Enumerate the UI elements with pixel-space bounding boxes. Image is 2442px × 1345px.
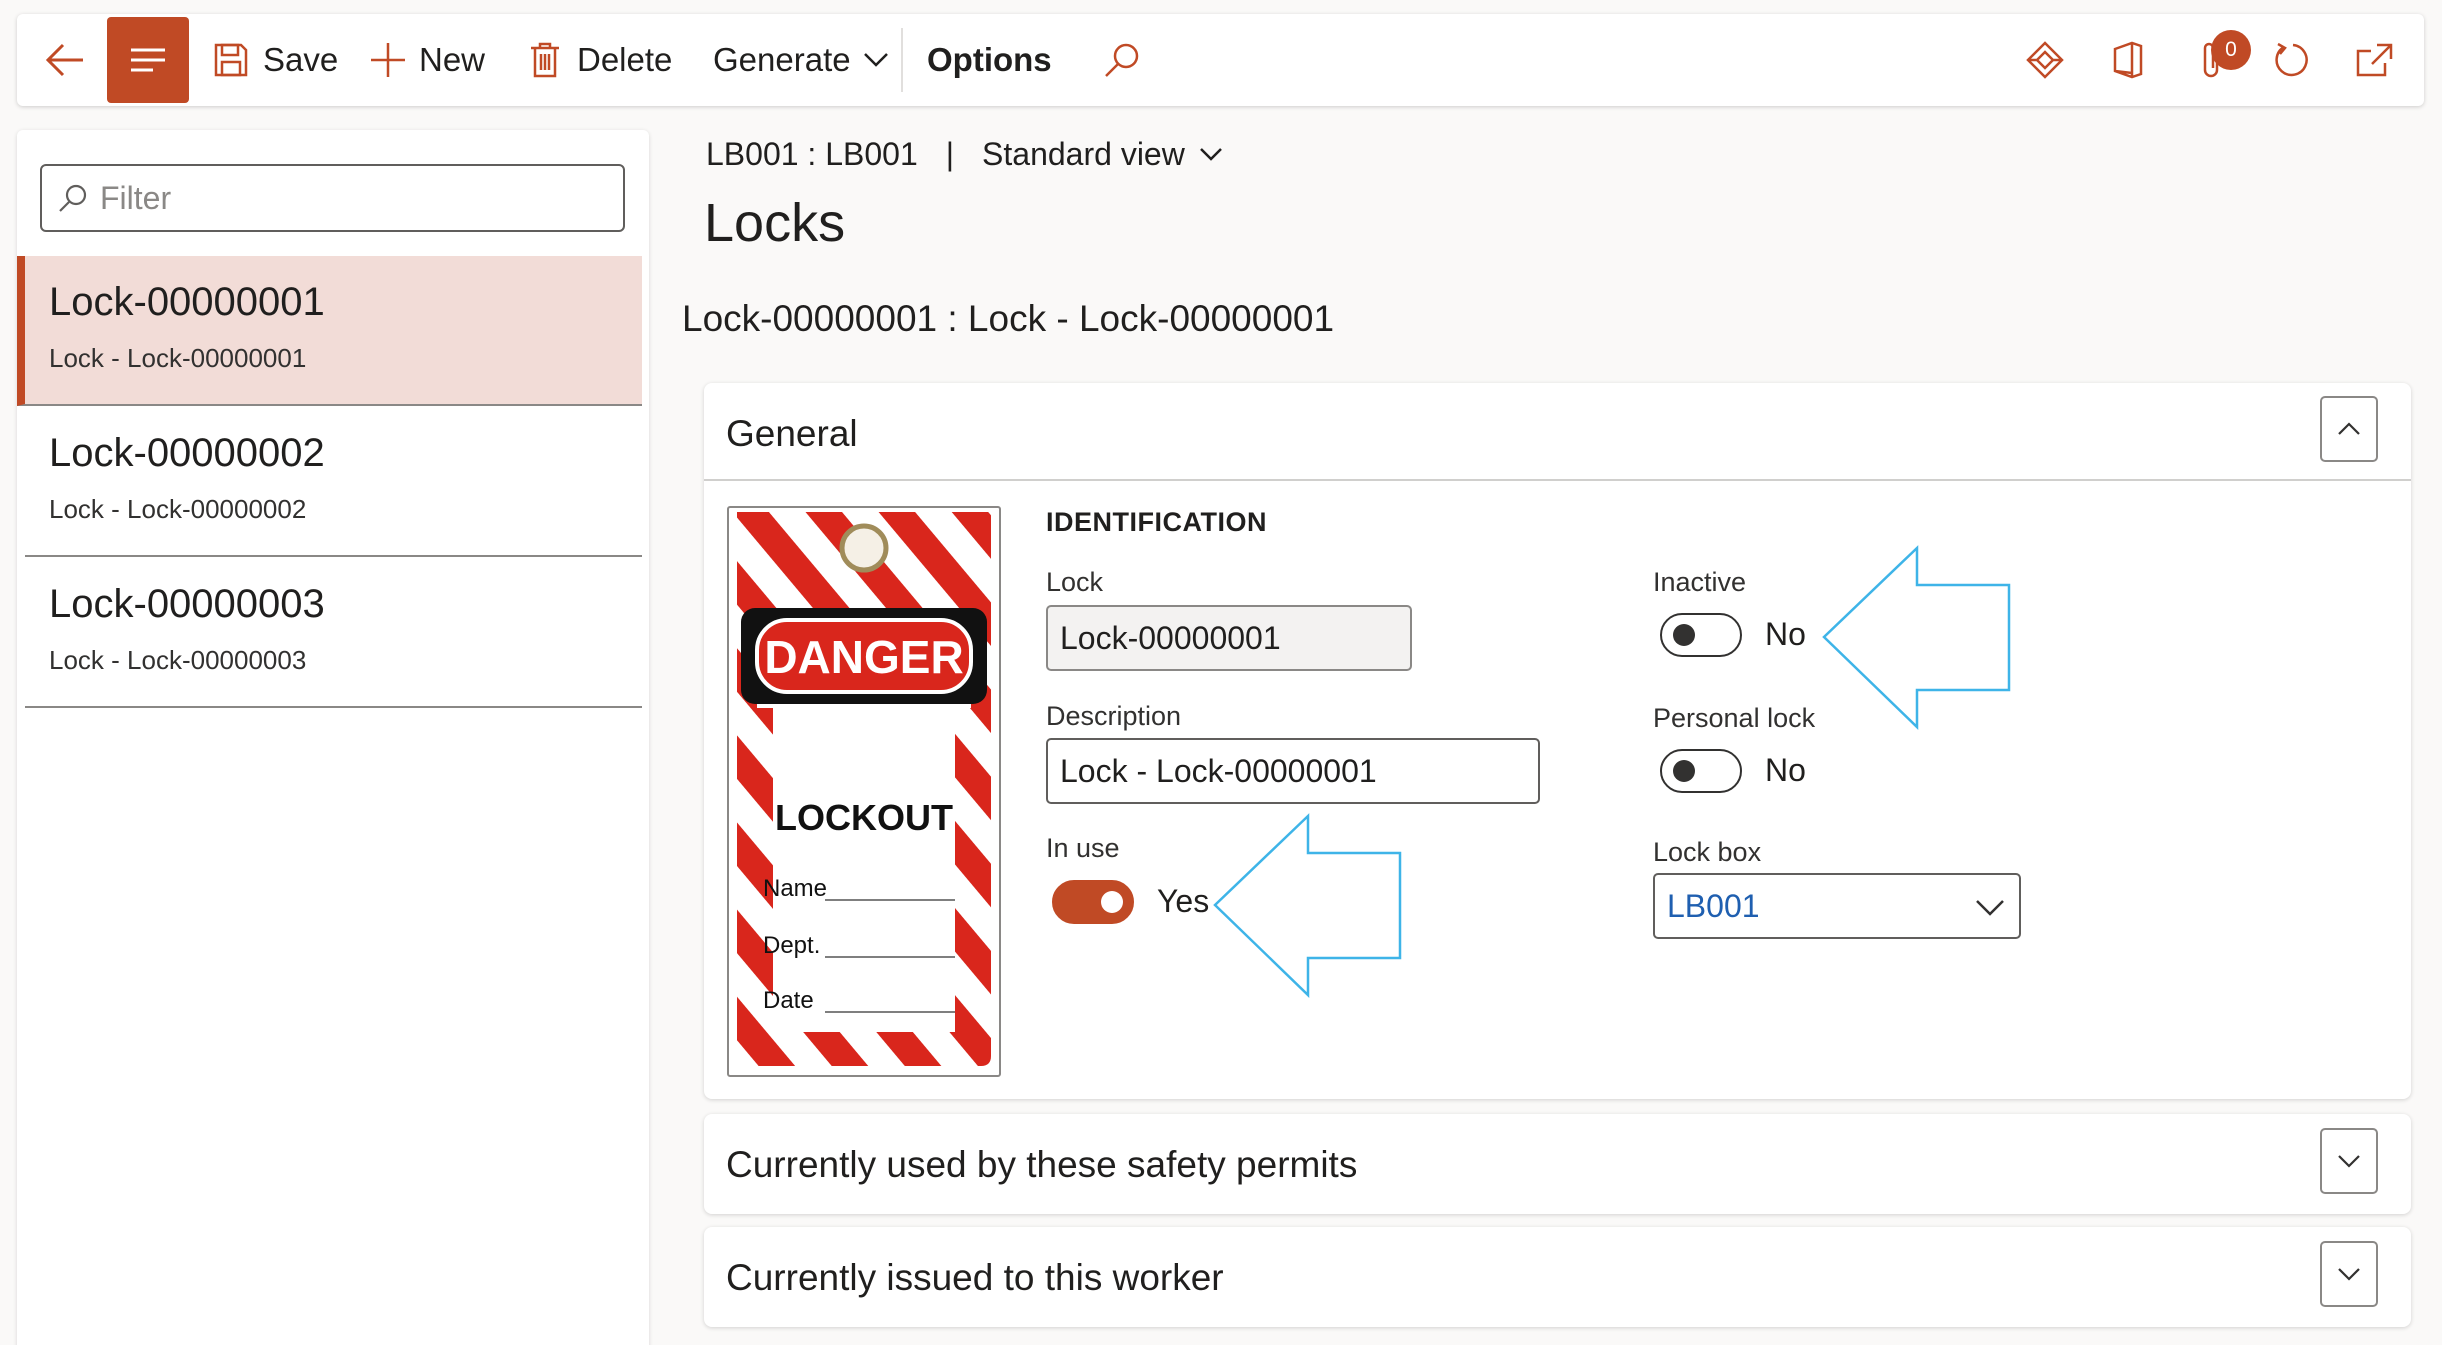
- new-label: New: [419, 41, 486, 78]
- open-new-window-button[interactable]: [2355, 14, 2395, 106]
- attachments-count-badge: 0: [2211, 30, 2251, 70]
- plus-icon: [371, 43, 405, 77]
- identification-heading: IDENTIFICATION: [1046, 507, 1267, 537]
- save-icon: [214, 43, 248, 77]
- toolbar-divider: [901, 28, 903, 92]
- search-icon: [59, 184, 87, 212]
- page-title: Locks: [704, 193, 846, 253]
- tag-dept-text: Dept.: [763, 932, 820, 959]
- personal-lock-toggle[interactable]: [1660, 749, 1742, 793]
- collapse-general-button[interactable]: [2320, 396, 2378, 462]
- list-item-subtitle: Lock - Lock-00000001: [49, 343, 307, 373]
- delete-button[interactable]: Delete: [529, 14, 672, 106]
- chevron-down-icon: [1976, 900, 2004, 916]
- chevron-down-icon: [863, 53, 888, 67]
- breadcrumb-separator: |: [945, 136, 955, 172]
- inactive-toggle[interactable]: [1660, 613, 1742, 657]
- back-arrow-icon: [45, 43, 83, 77]
- chevron-down-icon: [2338, 1268, 2360, 1281]
- filter-box[interactable]: [40, 164, 625, 232]
- in-use-toggle[interactable]: [1052, 880, 1134, 924]
- lock-label: Lock: [1046, 567, 1104, 597]
- power-apps-icon: [2026, 41, 2064, 79]
- in-use-value: Yes: [1157, 883, 1210, 919]
- power-apps-button[interactable]: [2025, 14, 2065, 106]
- refresh-icon: [2275, 42, 2308, 77]
- hamburger-icon: [131, 48, 165, 72]
- record-list-panel: Lock-00000001 Lock - Lock-00000001 Lock-…: [17, 130, 649, 1345]
- refresh-button[interactable]: [2273, 14, 2313, 106]
- chevron-down-icon: [1199, 148, 1222, 161]
- issued-worker-header[interactable]: Currently issued to this worker: [726, 1257, 1224, 1299]
- lock-image: DANGER LOCKOUT Name Dept. Date: [727, 506, 1001, 1077]
- list-item[interactable]: Lock-00000003 Lock - Lock-00000003: [25, 558, 642, 708]
- options-tab[interactable]: Options: [927, 14, 1052, 106]
- safety-permits-header[interactable]: Currently used by these safety permits: [726, 1144, 1357, 1186]
- office-icon: [2113, 41, 2143, 79]
- safety-permits-fasttab: Currently used by these safety permits: [704, 1114, 2411, 1214]
- save-button[interactable]: Save: [213, 14, 338, 106]
- chevron-up-icon: [2338, 422, 2360, 435]
- description-label: Description: [1046, 701, 1182, 731]
- general-divider: [704, 479, 2411, 481]
- tag-name-text: Name: [763, 875, 827, 902]
- toggle-knob: [1673, 760, 1695, 782]
- back-button[interactable]: [45, 14, 85, 106]
- lock-box-select[interactable]: LB001: [1653, 873, 2021, 939]
- tag-date-text: Date: [763, 987, 814, 1014]
- chevron-down-icon: [2338, 1155, 2360, 1168]
- action-pane: Save New Delete Generate Options 0: [17, 14, 2424, 106]
- search-icon: [1105, 43, 1139, 77]
- general-header[interactable]: General: [726, 413, 858, 455]
- trash-icon: [531, 42, 559, 78]
- office-button[interactable]: [2111, 14, 2145, 106]
- description-field[interactable]: Lock - Lock-00000001: [1046, 738, 1540, 804]
- navigation-menu-button[interactable]: [107, 17, 189, 103]
- list-item-title: Lock-00000003: [49, 582, 325, 626]
- list-item-title: Lock-00000001: [49, 280, 325, 324]
- list-item-subtitle: Lock - Lock-00000002: [49, 494, 307, 524]
- breadcrumb-record: LB001 : LB001: [706, 136, 918, 172]
- breadcrumb: LB001 : LB001 | Standard view: [706, 136, 1223, 173]
- expand-issued-worker-button[interactable]: [2320, 1241, 2378, 1307]
- list-item-title: Lock-00000002: [49, 431, 325, 475]
- personal-lock-value: No: [1765, 752, 1806, 788]
- list-item[interactable]: Lock-00000001 Lock - Lock-00000001: [17, 256, 642, 406]
- generate-menu-button[interactable]: Generate: [713, 14, 889, 106]
- inactive-value: No: [1765, 616, 1806, 652]
- issued-worker-fasttab: Currently issued to this worker: [704, 1227, 2411, 1327]
- record-title: Lock-00000001 : Lock - Lock-00000001: [682, 298, 1335, 339]
- save-label: Save: [263, 41, 339, 78]
- options-label: Options: [927, 41, 1052, 78]
- filter-input[interactable]: [100, 179, 600, 217]
- generate-label: Generate: [713, 41, 851, 78]
- delete-label: Delete: [577, 41, 673, 78]
- lock-field[interactable]: Lock-00000001: [1046, 605, 1412, 671]
- annotation-arrow-icon: [1213, 813, 1402, 998]
- view-selector[interactable]: Standard view: [982, 136, 1223, 173]
- tag-lockout-text: LOCKOUT: [775, 797, 953, 838]
- annotation-arrow-icon: [1822, 545, 2011, 730]
- toggle-knob: [1673, 624, 1695, 646]
- danger-lockout-tag-image: DANGER LOCKOUT Name Dept. Date: [737, 512, 991, 1066]
- view-selector-label: Standard view: [982, 136, 1185, 172]
- lock-box-label: Lock box: [1653, 837, 1762, 867]
- new-button[interactable]: New: [369, 14, 485, 106]
- tag-danger-text: DANGER: [764, 631, 963, 683]
- toggle-knob: [1101, 891, 1123, 913]
- list-item[interactable]: Lock-00000002 Lock - Lock-00000002: [25, 407, 642, 557]
- lock-box-value: LB001: [1667, 887, 1760, 924]
- pop-out-icon: [2356, 43, 2393, 77]
- in-use-label: In use: [1046, 833, 1120, 863]
- personal-lock-label: Personal lock: [1653, 703, 1816, 733]
- search-button[interactable]: [1103, 14, 1141, 106]
- inactive-label: Inactive: [1653, 567, 1747, 597]
- expand-safety-permits-button[interactable]: [2320, 1128, 2378, 1194]
- list-item-subtitle: Lock - Lock-00000003: [49, 645, 307, 675]
